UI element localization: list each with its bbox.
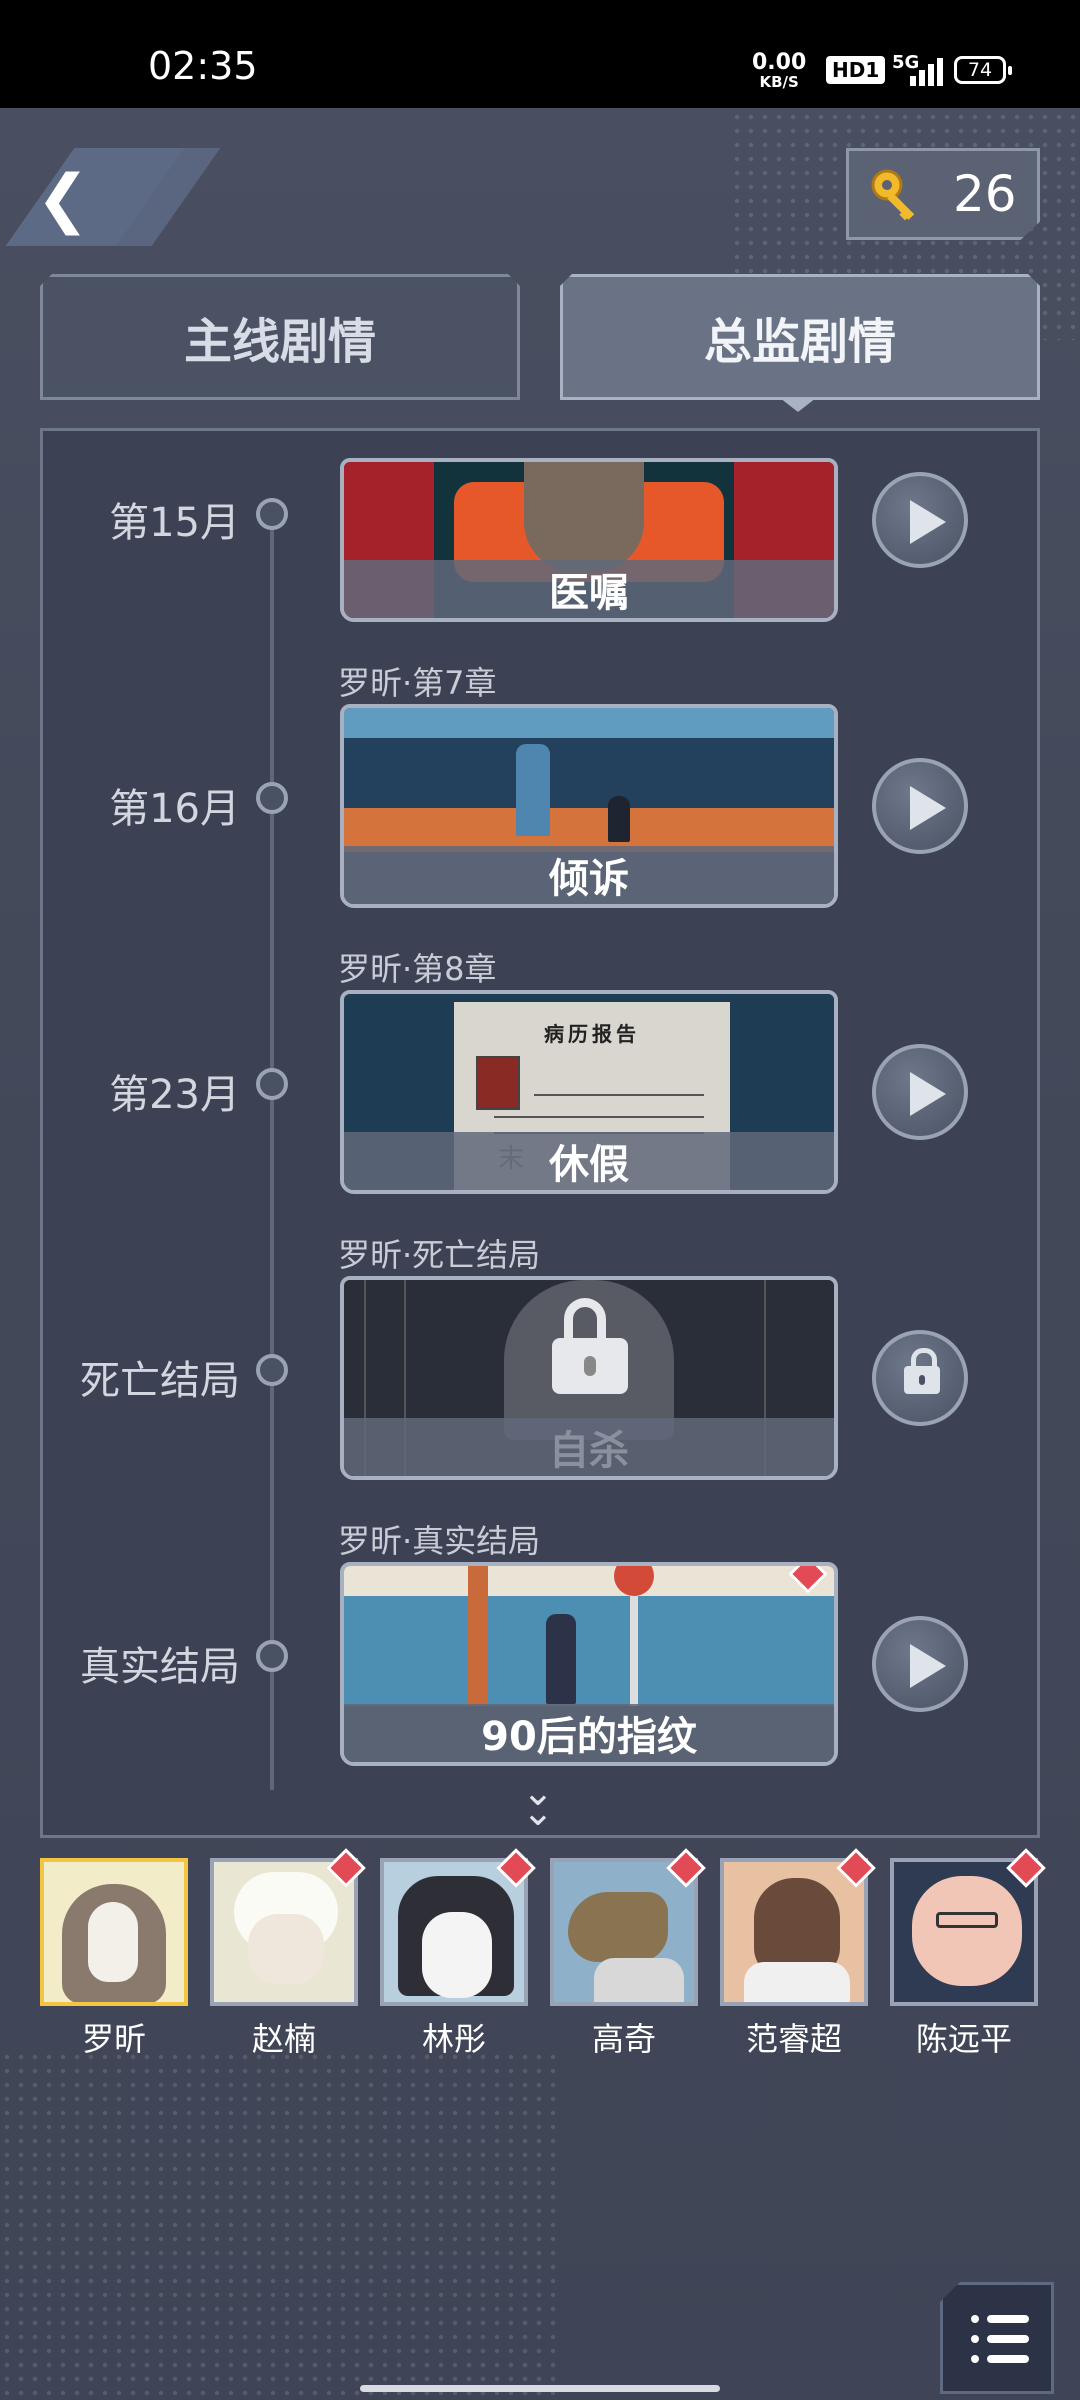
play-button[interactable] (872, 1044, 968, 1140)
timeline-node (256, 498, 288, 530)
character-name: 罗昕 (81, 2020, 146, 2058)
decor-dots-bottom (0, 2050, 560, 2400)
double-chevron-down-icon[interactable]: ⌄ ⌄ (522, 1773, 554, 1831)
network-speed-value: 0.00 (752, 50, 807, 75)
play-button[interactable] (872, 472, 968, 568)
play-icon (910, 1072, 946, 1116)
character-name: 陈远平 (915, 2020, 1012, 2058)
character-luoxin[interactable]: 罗昕 (40, 1858, 188, 2060)
play-icon (910, 786, 946, 830)
timeline-label: 第15月 (109, 500, 240, 546)
play-icon (910, 500, 946, 544)
story-card[interactable]: 病历报告 末 休假 (340, 990, 838, 1194)
timeline-label: 死亡结局 (80, 1358, 240, 1404)
story-title: 90后的指纹 (344, 1704, 834, 1762)
timeline-label: 第16月 (109, 786, 240, 832)
avatar (210, 1858, 358, 2006)
back-button[interactable]: ❮ (0, 148, 230, 246)
home-indicator[interactable] (360, 2385, 720, 2392)
avatar (380, 1858, 528, 2006)
timeline-label: 第23月 (109, 1072, 240, 1118)
character-lintong[interactable]: 林彤 (380, 1848, 536, 2060)
tab-main-story[interactable]: 主线剧情 (40, 274, 520, 400)
story-card[interactable]: 90后的指纹 (340, 1562, 838, 1766)
character-gaoqi[interactable]: 高奇 (550, 1848, 706, 2060)
story-subtitle: 罗昕·真实结局 (338, 1522, 541, 1560)
story-title: 倾诉 (344, 846, 834, 904)
timeline-node (256, 1354, 288, 1386)
key-counter: 26 (846, 148, 1040, 240)
timeline-node (256, 1068, 288, 1100)
character-zhaonan[interactable]: 赵楠 (210, 1848, 366, 2060)
timeline-node (256, 782, 288, 814)
network-speed-unit: KB/S (759, 73, 799, 91)
signal-icon (910, 56, 944, 86)
play-button[interactable] (872, 758, 968, 854)
story-subtitle: 罗昕·第8章 (338, 950, 497, 988)
report-title: 病历报告 (544, 1022, 640, 1046)
timeline-line (270, 500, 274, 1790)
character-fanruichao[interactable]: 范睿超 (720, 1848, 876, 2060)
timeline-node (256, 1640, 288, 1672)
menu-button[interactable] (940, 2282, 1054, 2394)
status-time: 02:35 (148, 44, 258, 88)
tab-supervisor-story[interactable]: 总监剧情 (560, 274, 1040, 400)
story-subtitle: 罗昕·死亡结局 (338, 1236, 541, 1274)
character-name: 范睿超 (745, 2020, 842, 2058)
character-name: 高奇 (591, 2020, 656, 2058)
lock-icon (552, 1298, 628, 1394)
story-card[interactable]: 医嘱 (340, 458, 838, 622)
key-count: 26 (953, 165, 1017, 223)
chevron-left-icon: ❮ (36, 162, 90, 236)
character-name: 林彤 (421, 2020, 486, 2058)
active-tab-pointer (780, 398, 816, 412)
hd-badge: HD1 (826, 56, 886, 84)
avatar (40, 1858, 188, 2006)
play-icon (910, 1644, 946, 1688)
story-subtitle: 罗昕·第7章 (338, 664, 497, 702)
key-icon (871, 169, 915, 221)
character-chenyuanping[interactable]: 陈远平 (890, 1848, 1046, 2060)
story-title: 休假 (344, 1132, 834, 1190)
timeline-label: 真实结局 (80, 1644, 240, 1690)
report-photo (476, 1056, 520, 1110)
locked-button[interactable] (872, 1330, 968, 1426)
network-speed: 0.00 KB/S (752, 50, 807, 91)
story-title: 自杀 (344, 1418, 834, 1476)
battery-icon: 74 (954, 56, 1012, 84)
play-button[interactable] (872, 1616, 968, 1712)
lock-icon (904, 1348, 940, 1394)
character-name: 赵楠 (251, 2020, 316, 2058)
story-card-locked[interactable]: 自杀 (340, 1276, 838, 1480)
avatar (550, 1858, 698, 2006)
avatar (720, 1858, 868, 2006)
avatar (890, 1858, 1038, 2006)
story-card[interactable]: 倾诉 (340, 704, 838, 908)
status-bar: 02:35 0.00 KB/S HD1 5G 74 (0, 0, 1080, 108)
story-title: 医嘱 (344, 560, 834, 618)
